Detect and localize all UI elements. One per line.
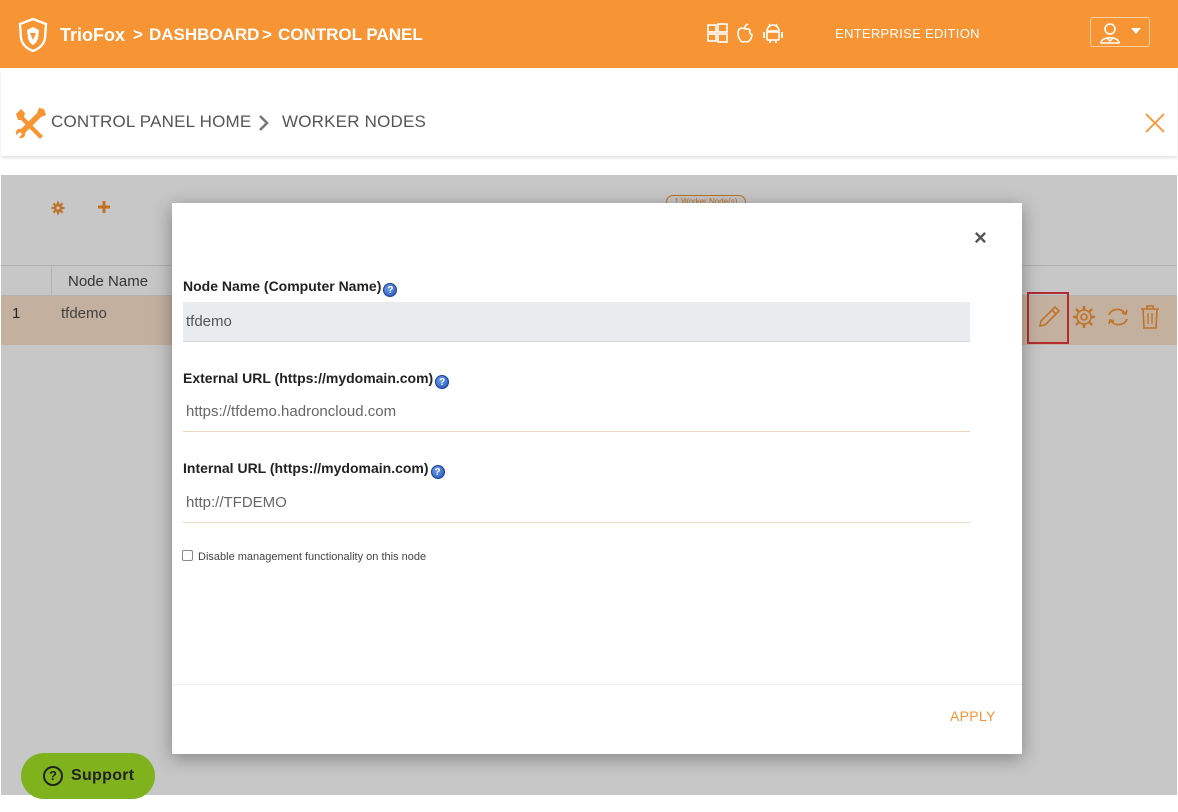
chevron-down-icon [1131, 28, 1141, 34]
disable-management-checkbox-row[interactable]: Disable management functionality on this… [182, 550, 426, 563]
user-menu-button[interactable] [1090, 17, 1150, 47]
breadcrumb-dashboard[interactable]: > DASHBOARD [133, 25, 259, 45]
top-header: TrioFox > DASHBOARD > CONTROL PANEL ENTERP… [0, 0, 1178, 68]
internal-url-field[interactable] [183, 483, 970, 523]
internal-url-label: Internal URL (https://mydomain.com)? [183, 460, 445, 479]
external-url-label: External URL (https://mydomain.com)? [183, 370, 450, 389]
modal-close-button[interactable]: × [974, 227, 987, 249]
client-download-icons [706, 22, 784, 44]
chevron-right-icon [259, 115, 269, 131]
windows-icon[interactable] [706, 22, 728, 44]
tools-icon [15, 108, 46, 139]
help-icon[interactable]: ? [430, 465, 445, 479]
help-icon[interactable]: ? [435, 375, 450, 389]
disable-management-checkbox[interactable] [182, 550, 193, 561]
edition-label: ENTERPRISE EDITION [835, 26, 980, 41]
page-breadcrumb-bar: CONTROL PANEL HOME WORKER NODES [1, 68, 1177, 156]
close-icon[interactable] [1143, 111, 1167, 135]
support-label: Support [71, 767, 135, 784]
breadcrumb-control-panel[interactable]: > CONTROL PANEL [262, 25, 423, 45]
support-button[interactable]: ? Support [21, 753, 155, 799]
breadcrumb-control-panel-home[interactable]: CONTROL PANEL HOME [51, 112, 251, 132]
apply-button[interactable]: APPLY [950, 708, 996, 724]
external-url-field[interactable] [183, 392, 970, 432]
node-name-label: Node Name (Computer Name)? [183, 278, 398, 297]
apple-icon[interactable] [734, 22, 756, 44]
android-icon[interactable] [762, 22, 784, 44]
brand-name[interactable]: TrioFox [60, 25, 125, 46]
triofox-logo-icon[interactable] [18, 18, 48, 52]
modal-footer-divider [172, 684, 1022, 685]
node-name-field[interactable] [183, 302, 970, 342]
breadcrumb-worker-nodes: WORKER NODES [282, 112, 427, 131]
question-icon: ? [43, 766, 63, 786]
user-icon [1100, 23, 1141, 44]
edit-worker-node-dialog: × Node Name (Computer Name)? External UR… [172, 203, 1022, 754]
disable-management-label: Disable management functionality on this… [198, 551, 427, 563]
help-icon[interactable]: ? [383, 283, 398, 297]
